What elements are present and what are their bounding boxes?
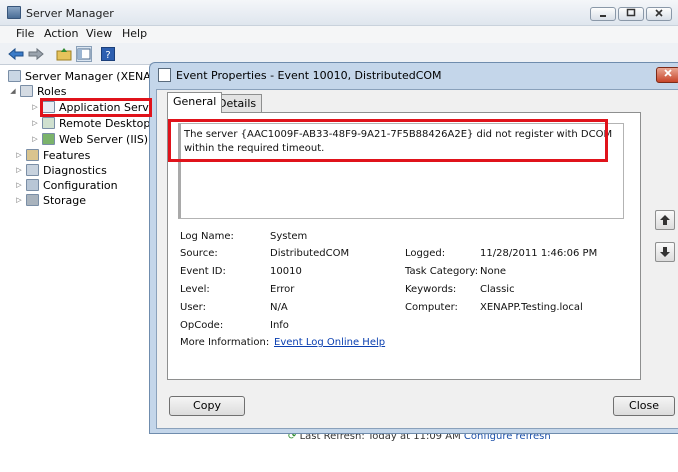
expand-icon[interactable]: ▷ bbox=[14, 196, 24, 204]
computer-value: XENAPP.Testing.local bbox=[480, 302, 583, 313]
console-tree-icon bbox=[77, 48, 91, 60]
minimize-icon bbox=[600, 15, 606, 17]
event-description: The server {AAC1009F-AB33-48F9-9A21-7F5B… bbox=[184, 129, 613, 154]
collapse-icon[interactable]: ◢ bbox=[8, 87, 18, 95]
opcode-label: OpCode: bbox=[180, 320, 224, 331]
close-button[interactable] bbox=[646, 7, 672, 21]
menu-action[interactable]: Action bbox=[44, 27, 78, 40]
remote-desktop-icon bbox=[42, 117, 55, 129]
computer-label: Computer: bbox=[405, 302, 458, 313]
tree-item-server-manager[interactable]: Server Manager (XENAPP) bbox=[6, 68, 168, 84]
expand-icon[interactable]: ▷ bbox=[30, 103, 40, 111]
web-server-icon bbox=[42, 133, 55, 145]
tree-item-roles[interactable]: ◢ Roles bbox=[8, 83, 66, 99]
help-icon: ? bbox=[101, 47, 115, 61]
tree-label: Features bbox=[43, 148, 91, 162]
menu-bar: File Action View Help bbox=[0, 26, 678, 43]
event-viewer-icon bbox=[158, 68, 171, 82]
tree-item-storage[interactable]: ▷ Storage bbox=[14, 192, 86, 208]
expand-icon[interactable]: ▷ bbox=[14, 166, 24, 174]
more-information-label: More Information: bbox=[180, 337, 270, 348]
arrow-down-icon bbox=[660, 247, 670, 257]
maximize-button[interactable] bbox=[618, 7, 644, 21]
expand-icon[interactable]: ▷ bbox=[30, 119, 40, 127]
help-button[interactable]: ? bbox=[100, 46, 116, 62]
maximize-icon bbox=[626, 8, 636, 17]
tree-item-configuration[interactable]: ▷ Configuration bbox=[14, 177, 118, 193]
roles-icon bbox=[20, 85, 33, 97]
event-id-label: Event ID: bbox=[180, 266, 226, 277]
keywords-value: Classic bbox=[480, 284, 515, 295]
opcode-value: Info bbox=[270, 320, 289, 331]
expand-icon[interactable]: ▷ bbox=[14, 181, 24, 189]
arrow-up-icon bbox=[660, 215, 670, 225]
copy-button[interactable]: Copy bbox=[169, 396, 245, 416]
tree-label: Application Server bbox=[59, 100, 161, 114]
tree-label: Roles bbox=[37, 84, 67, 98]
event-description-box[interactable]: The server {AAC1009F-AB33-48F9-9A21-7F5B… bbox=[178, 123, 624, 219]
source-label: Source: bbox=[180, 248, 218, 259]
tree-label: Diagnostics bbox=[43, 163, 107, 177]
tree-item-features[interactable]: ▷ Features bbox=[14, 147, 90, 163]
user-value: N/A bbox=[270, 302, 288, 313]
level-value: Error bbox=[270, 284, 295, 295]
tree-label: Web Server (IIS) bbox=[59, 132, 149, 146]
next-event-button[interactable] bbox=[655, 242, 675, 262]
event-id-value: 10010 bbox=[270, 266, 302, 277]
task-category-value: None bbox=[480, 266, 507, 277]
task-category-label: Task Category: bbox=[405, 266, 479, 277]
up-folder-button[interactable] bbox=[56, 46, 72, 62]
tree-item-web-server[interactable]: ▷ Web Server (IIS) bbox=[30, 131, 148, 147]
server-icon bbox=[8, 70, 21, 82]
forward-button[interactable] bbox=[28, 46, 44, 62]
show-hide-tree-button[interactable] bbox=[76, 46, 92, 62]
expand-icon[interactable]: ▷ bbox=[14, 151, 24, 159]
event-properties-dialog: Event Properties - Event 10010, Distribu… bbox=[149, 62, 678, 434]
close-icon bbox=[655, 9, 663, 17]
minimize-button[interactable] bbox=[590, 7, 616, 21]
back-arrow-icon bbox=[8, 47, 24, 61]
tree-label: Storage bbox=[43, 193, 87, 207]
back-button[interactable] bbox=[8, 46, 24, 62]
svg-text:?: ? bbox=[105, 50, 110, 61]
tree-item-diagnostics[interactable]: ▷ Diagnostics bbox=[14, 162, 107, 178]
menu-help[interactable]: Help bbox=[122, 27, 147, 40]
close-dialog-button[interactable]: Close bbox=[613, 396, 675, 416]
tree-label: Server Manager (XENAPP) bbox=[25, 69, 169, 83]
tree-label: Configuration bbox=[43, 178, 118, 192]
dialog-body: General Details The server {AAC1009F-AB3… bbox=[156, 89, 678, 429]
keywords-label: Keywords: bbox=[405, 284, 457, 295]
diagnostics-icon bbox=[26, 164, 39, 176]
expand-icon[interactable]: ▷ bbox=[30, 135, 40, 143]
level-label: Level: bbox=[180, 284, 210, 295]
dialog-title: Event Properties - Event 10010, Distribu… bbox=[176, 69, 442, 82]
tree-item-application-server[interactable]: ▷ Application Server bbox=[30, 99, 160, 115]
console-tree: Server Manager (XENAPP) ◢ Roles ▷ Applic… bbox=[4, 68, 172, 468]
dialog-close-button[interactable] bbox=[656, 67, 678, 83]
application-server-icon bbox=[42, 101, 55, 113]
features-icon bbox=[26, 149, 39, 161]
log-name-label: Log Name: bbox=[180, 231, 234, 242]
title-bar: Server Manager bbox=[0, 0, 678, 26]
close-icon bbox=[664, 69, 672, 77]
folder-up-icon bbox=[56, 48, 72, 61]
source-value: DistributedCOM bbox=[270, 248, 350, 259]
event-log-online-help-link[interactable]: Event Log Online Help bbox=[274, 337, 385, 348]
server-manager-icon bbox=[7, 6, 21, 19]
forward-arrow-icon bbox=[28, 47, 44, 61]
logged-label: Logged: bbox=[405, 248, 446, 259]
logged-value: 11/28/2011 1:46:06 PM bbox=[480, 248, 598, 259]
menu-view[interactable]: View bbox=[86, 27, 112, 40]
user-label: User: bbox=[180, 302, 206, 313]
general-panel: The server {AAC1009F-AB33-48F9-9A21-7F5B… bbox=[167, 112, 641, 380]
window-title: Server Manager bbox=[26, 7, 114, 20]
previous-event-button[interactable] bbox=[655, 210, 675, 230]
tab-general[interactable]: General bbox=[167, 92, 223, 113]
configuration-icon bbox=[26, 179, 39, 191]
menu-file[interactable]: File bbox=[16, 27, 34, 40]
storage-icon bbox=[26, 194, 39, 206]
log-name-value: System bbox=[270, 231, 308, 242]
